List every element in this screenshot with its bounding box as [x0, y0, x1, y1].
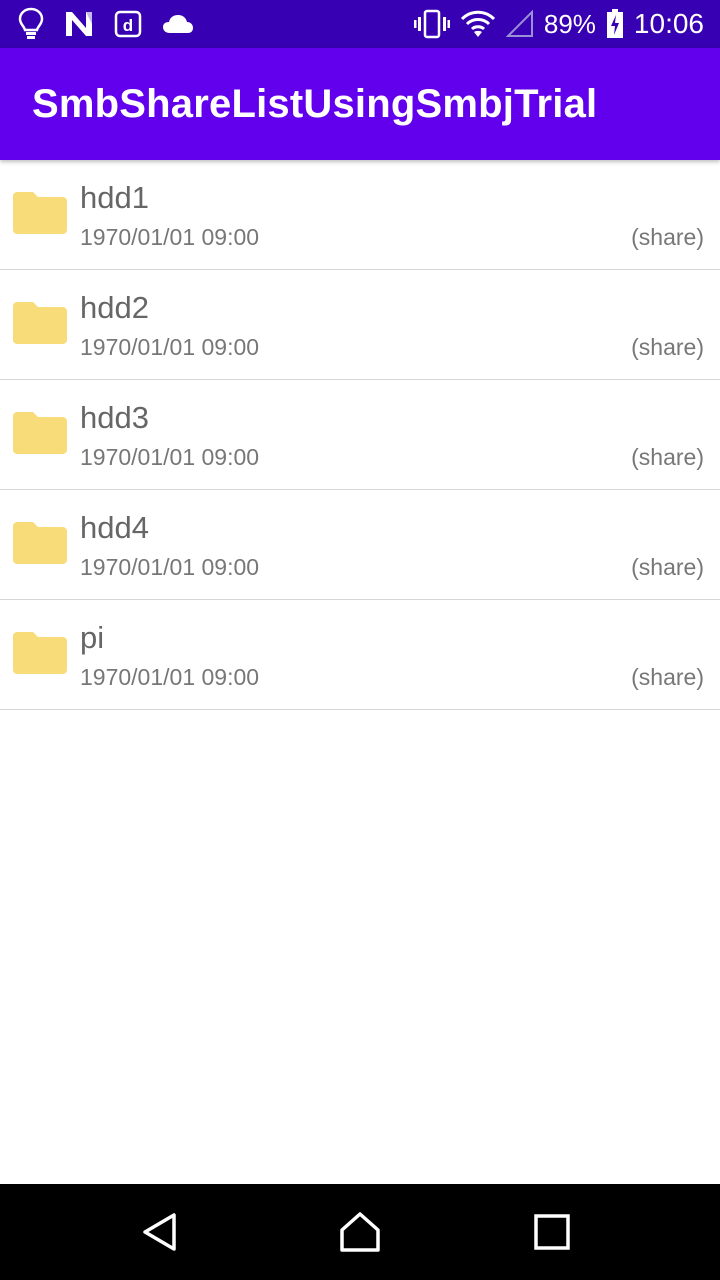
vibrate-icon — [413, 9, 450, 39]
n-icon — [64, 10, 94, 38]
signal-icon — [505, 10, 534, 38]
app-title: SmbShareListUsingSmbjTrial — [32, 82, 598, 126]
folder-icon — [13, 632, 67, 674]
share-date: 1970/01/01 09:00 — [80, 554, 260, 580]
share-date: 1970/01/01 09:00 — [80, 334, 260, 360]
share-type: (share) — [631, 444, 704, 470]
share-name: hdd4 — [80, 510, 149, 545]
share-name: hdd1 — [80, 180, 149, 215]
share-type: (share) — [631, 554, 704, 580]
back-icon — [143, 1213, 176, 1251]
recents-button[interactable] — [528, 1208, 576, 1256]
d-icon: d — [114, 10, 142, 38]
share-type: (share) — [631, 664, 704, 690]
share-type: (share) — [631, 334, 704, 360]
share-list: hdd1 1970/01/01 09:00 (share) hdd2 1970/… — [0, 160, 720, 710]
list-item-hdd3[interactable]: hdd3 1970/01/01 09:00 (share) — [0, 380, 720, 490]
lightbulb-icon — [18, 7, 44, 41]
share-name: pi — [80, 620, 105, 655]
svg-text:d: d — [123, 16, 133, 35]
folder-icon — [13, 192, 67, 234]
share-name: hdd2 — [80, 290, 149, 325]
battery-charging-icon — [606, 9, 624, 39]
share-date: 1970/01/01 09:00 — [80, 224, 260, 250]
list-item-hdd2[interactable]: hdd2 1970/01/01 09:00 (share) — [0, 270, 720, 380]
status-bar: d 89% 10:06 — [0, 0, 720, 48]
share-date: 1970/01/01 09:00 — [80, 664, 260, 690]
cloud-icon — [162, 13, 194, 35]
home-button[interactable] — [336, 1208, 384, 1256]
home-icon — [340, 1212, 380, 1252]
share-date: 1970/01/01 09:00 — [80, 444, 260, 470]
list-item-hdd4[interactable]: hdd4 1970/01/01 09:00 (share) — [0, 490, 720, 600]
share-name: hdd3 — [80, 400, 149, 435]
battery-percent: 89% — [543, 8, 596, 39]
share-type: (share) — [631, 224, 704, 250]
recents-icon — [534, 1214, 570, 1250]
folder-icon — [13, 522, 67, 564]
app-bar: SmbShareListUsingSmbjTrial — [0, 48, 720, 160]
list-item-pi[interactable]: pi 1970/01/01 09:00 (share) — [0, 600, 720, 710]
list-item-hdd1[interactable]: hdd1 1970/01/01 09:00 (share) — [0, 160, 720, 270]
system-status: 89% 10:06 — [413, 0, 704, 48]
folder-icon — [13, 412, 67, 454]
wifi-icon — [460, 10, 496, 38]
navigation-bar — [0, 1184, 720, 1280]
clock: 10:06 — [633, 8, 704, 39]
notification-icons: d — [18, 0, 194, 48]
back-button[interactable] — [136, 1208, 184, 1256]
folder-icon — [13, 302, 67, 344]
